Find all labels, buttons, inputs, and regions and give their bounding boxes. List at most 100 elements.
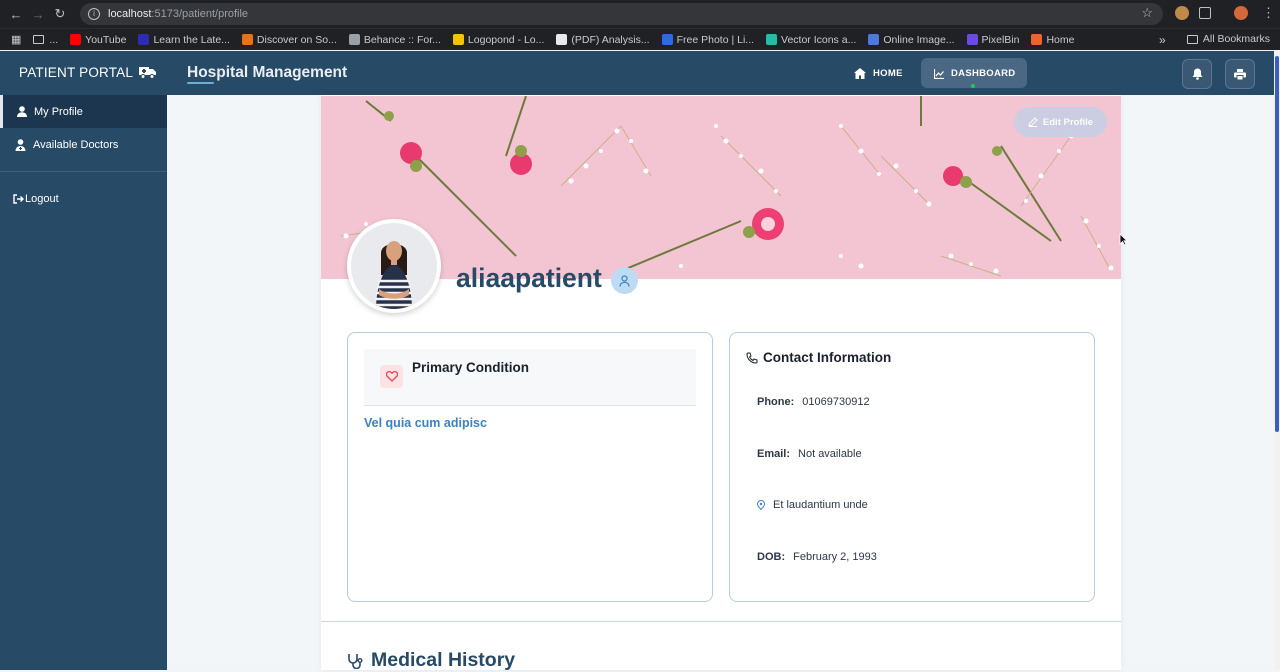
contact-phone-row: Phone: 01069730912 <box>757 396 870 408</box>
print-button[interactable] <box>1225 59 1255 89</box>
menu-kebab-icon[interactable]: ⋮ <box>1262 5 1275 21</box>
bookmark-item[interactable]: Learn the Late... <box>138 34 230 46</box>
phone-label: Phone: <box>757 396 795 408</box>
site-info-icon[interactable]: i <box>88 8 100 20</box>
contact-address-row: Et laudantium unde <box>757 499 868 511</box>
brand[interactable]: PATIENT PORTAL <box>19 65 157 80</box>
bookmark-item[interactable]: Free Photo | Li... <box>661 33 755 46</box>
user-badge <box>611 267 638 294</box>
active-indicator-dot <box>971 84 975 88</box>
home-icon <box>854 68 866 79</box>
bookmark-item[interactable]: Online Image... <box>868 34 955 46</box>
phone-icon <box>746 352 758 364</box>
apps-grid-icon[interactable]: ▦ <box>11 33 21 46</box>
sidebar-item-label: Available Doctors <box>33 138 119 151</box>
bookmark-label: (PDF) Analysis... <box>571 33 650 46</box>
page-title: Hospital Management <box>187 64 348 81</box>
heart-icon-wrap <box>380 365 403 388</box>
bookmark-label: YouTube <box>85 33 127 46</box>
brand-label: PATIENT PORTAL <box>19 65 134 80</box>
puzzle-icon[interactable] <box>1199 7 1211 19</box>
bookmark-favicon-icon <box>452 34 464 45</box>
bookmark-item[interactable]: ... <box>33 34 58 46</box>
medical-history-title: Medical History <box>371 649 516 671</box>
bookmark-favicon-icon <box>556 34 568 45</box>
bookmark-item[interactable]: Behance :: For... <box>348 33 441 46</box>
bookmark-item[interactable]: Home <box>1031 34 1074 46</box>
browser-toolbar: ← → ↻ i localhost:5173/patient/profile ☆… <box>0 0 1280 28</box>
sidebar-item-label: My Profile <box>34 105 83 118</box>
bookmark-item[interactable]: Vector Icons a... <box>766 34 856 46</box>
sidebar-item-my-profile[interactable]: My Profile <box>0 95 167 128</box>
title-underline <box>187 82 214 84</box>
all-bookmarks-button[interactable]: All Bookmarks <box>1186 33 1270 45</box>
profile-username: aliaapatient <box>456 263 602 293</box>
profile-avatar-icon[interactable] <box>1234 6 1248 20</box>
bookmark-favicon-icon <box>661 34 673 45</box>
profile-card: Edit Profile aliaapatient Primary Condit… <box>321 95 1121 672</box>
contact-email-row: Email: Not available <box>757 448 862 460</box>
map-pin-icon <box>757 500 765 510</box>
bookmark-label: PixelBin <box>981 33 1020 46</box>
scrollbar-thumb[interactable] <box>1275 56 1279 432</box>
folder-icon <box>33 35 45 44</box>
forward-icon[interactable]: → <box>28 7 48 22</box>
dob-value: February 2, 1993 <box>793 551 877 563</box>
mouse-cursor-icon <box>1119 233 1128 246</box>
patient-photo <box>351 223 437 309</box>
bookmark-item[interactable]: Logopond - Lo... <box>452 33 545 46</box>
back-icon[interactable]: ← <box>6 7 26 22</box>
contact-information-card: Contact Information Phone: 01069730912 E… <box>729 332 1095 602</box>
phone-value: 01069730912 <box>802 396 870 408</box>
bookmark-star-icon[interactable]: ☆ <box>1141 5 1153 21</box>
bookmark-item[interactable]: (PDF) Analysis... <box>556 33 650 46</box>
medical-history-heading: Medical History <box>347 649 515 672</box>
nav-home[interactable]: HOME <box>854 68 903 79</box>
nav-dashboard-label: DASHBOARD <box>951 68 1016 79</box>
bookmark-label: Vector Icons a... <box>781 33 857 46</box>
avatar <box>347 219 441 313</box>
all-bookmarks-label: All Bookmarks <box>1202 33 1270 45</box>
pencil-icon <box>1028 117 1038 127</box>
sign-out-icon <box>13 193 24 204</box>
folder-icon <box>1186 34 1198 44</box>
logout-button[interactable]: Logout <box>0 182 167 215</box>
bookmark-favicon-icon <box>966 34 978 45</box>
email-value: Not available <box>798 448 862 460</box>
bookmark-favicon-icon <box>70 34 82 45</box>
contact-dob-row: DOB: February 2, 1993 <box>757 551 877 563</box>
bookmark-favicon-icon <box>868 34 880 45</box>
bookmark-item[interactable]: YouTube <box>70 34 126 46</box>
bookmark-favicon-icon <box>138 34 150 45</box>
url-host: localhost <box>108 8 152 20</box>
primary-condition-card: Primary Condition Vel quia cum adipisc <box>347 332 713 602</box>
bookmark-label: Logopond - Lo... <box>467 33 545 46</box>
edit-profile-label: Edit Profile <box>1042 116 1094 128</box>
extension-icon[interactable] <box>1175 6 1189 20</box>
bookmarks-bar: ▦ ... YouTube Learn the Late... Discover on… <box>0 28 1280 50</box>
url-path: :5173/patient/profile <box>151 8 249 20</box>
bookmark-item[interactable]: PixelBin <box>966 33 1020 46</box>
sidebar: My Profile Available Doctors Logout <box>0 95 167 670</box>
printer-icon <box>1234 68 1246 80</box>
user-icon <box>17 106 27 117</box>
ambulance-icon <box>139 67 157 79</box>
edit-profile-button[interactable]: Edit Profile <box>1014 107 1107 137</box>
contact-title-label: Contact Information <box>763 350 892 365</box>
nav-dashboard[interactable]: DASHBOARD <box>934 68 1015 79</box>
primary-condition-title: Primary Condition <box>412 360 530 375</box>
dob-label: DOB: <box>757 551 786 563</box>
heart-icon <box>385 371 398 382</box>
bookmark-label: Free Photo | Li... <box>676 33 755 46</box>
sidebar-item-available-doctors[interactable]: Available Doctors <box>0 128 167 161</box>
notifications-button[interactable] <box>1182 59 1212 89</box>
more-bookmarks-chevron[interactable]: » <box>1159 33 1166 47</box>
bookmark-item[interactable]: Discover on So... <box>241 34 337 46</box>
cover-banner: Edit Profile <box>321 96 1121 279</box>
bookmark-label: Behance :: For... <box>363 33 441 46</box>
address-bar[interactable]: i localhost:5173/patient/profile ☆ <box>80 3 1163 25</box>
bookmark-label: Home <box>1046 33 1075 46</box>
bell-icon <box>1192 68 1202 80</box>
reload-icon[interactable]: ↻ <box>50 6 70 22</box>
sidebar-divider <box>0 171 167 172</box>
